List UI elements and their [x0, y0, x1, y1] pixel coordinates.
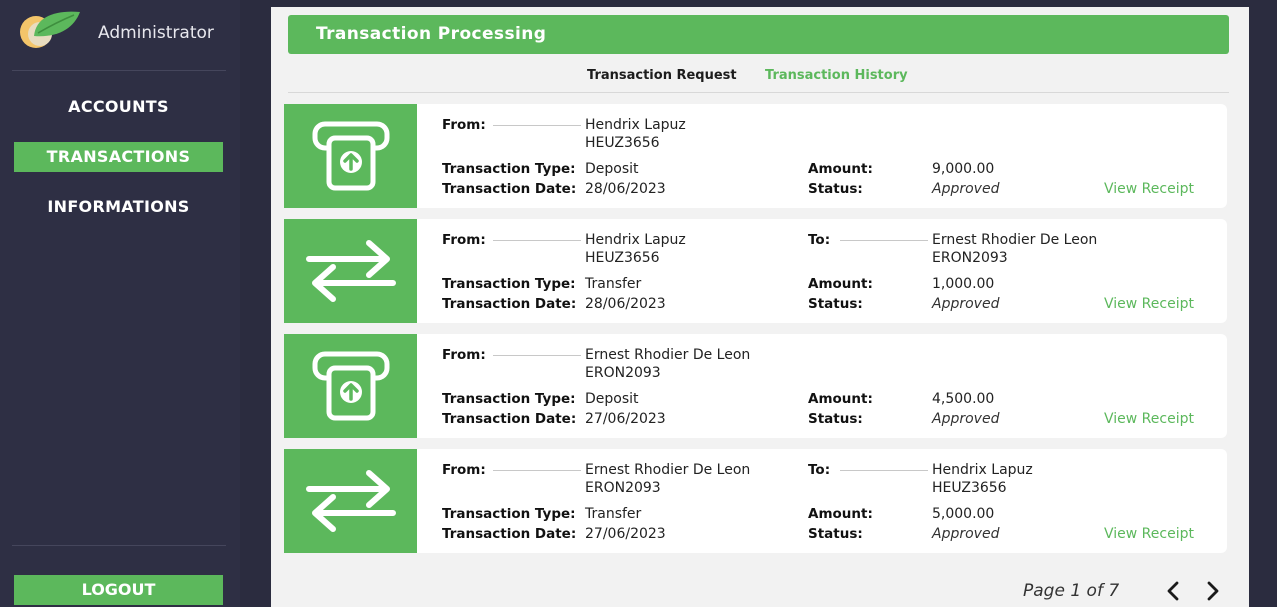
page-header: Transaction Processing [288, 15, 1229, 54]
nav-accounts[interactable]: ACCOUNTS [14, 92, 223, 122]
nav-informations[interactable]: INFORMATIONS [14, 192, 223, 222]
transaction-card: From: Ernest Rhodier De Leon ERON2093 To… [284, 449, 1227, 553]
to-label: To: [808, 462, 831, 478]
view-receipt-link[interactable]: View Receipt [1104, 411, 1194, 427]
to-label: To: [808, 232, 831, 248]
from-name: Hendrix Lapuz [585, 117, 686, 133]
from-name: Hendrix Lapuz [585, 232, 686, 248]
date-value: 27/06/2023 [585, 526, 666, 542]
from-id: ERON2093 [585, 365, 661, 381]
view-receipt-link[interactable]: View Receipt [1104, 181, 1194, 197]
tab-divider [288, 92, 1229, 93]
from-label: From: [442, 117, 486, 133]
from-id: HEUZ3656 [585, 135, 660, 151]
type-label: Transaction Type: [442, 506, 576, 522]
deposit-icon [284, 104, 417, 208]
date-label: Transaction Date: [442, 181, 577, 197]
to-id: ERON2093 [932, 250, 1008, 266]
transaction-card: From: Hendrix Lapuz HEUZ3656 Transaction… [284, 104, 1227, 208]
to-id: HEUZ3656 [932, 480, 1007, 496]
date-value: 28/06/2023 [585, 181, 666, 197]
from-id: ERON2093 [585, 480, 661, 496]
divider [840, 470, 928, 471]
brand-name: Administrator [98, 23, 214, 43]
amount-value: 9,000.00 [932, 161, 995, 177]
chevron-right-icon[interactable] [1201, 580, 1223, 602]
logout-button[interactable]: LOGOUT [14, 575, 223, 605]
transfer-icon [284, 449, 417, 553]
amount-label: Amount: [808, 161, 873, 177]
type-label: Transaction Type: [442, 161, 576, 177]
divider [493, 355, 581, 356]
date-label: Transaction Date: [442, 411, 577, 427]
from-label: From: [442, 232, 486, 248]
status-label: Status: [808, 181, 863, 197]
status-value: Approved [932, 181, 1000, 197]
from-name: Ernest Rhodier De Leon [585, 462, 751, 478]
divider [840, 240, 928, 241]
logo-icon [20, 11, 80, 48]
transaction-card: From: Ernest Rhodier De Leon ERON2093 Tr… [284, 334, 1227, 438]
status-value: Approved [932, 296, 1000, 312]
sidebar: Administrator ACCOUNTS TRANSACTIONS INFO… [0, 0, 240, 607]
amount-value: 5,000.00 [932, 506, 995, 522]
amount-value: 4,500.00 [932, 391, 995, 407]
sidebar-divider [12, 70, 226, 71]
page-title: Transaction Processing [316, 24, 547, 44]
amount-label: Amount: [808, 276, 873, 292]
divider [493, 240, 581, 241]
date-label: Transaction Date: [442, 526, 577, 542]
from-name: Ernest Rhodier De Leon [585, 347, 751, 363]
date-label: Transaction Date: [442, 296, 577, 312]
deposit-icon [284, 334, 417, 438]
amount-label: Amount: [808, 391, 873, 407]
type-value: Deposit [585, 391, 639, 407]
type-value: Transfer [585, 276, 642, 292]
status-label: Status: [808, 296, 863, 312]
to-name: Hendrix Lapuz [932, 462, 1033, 478]
view-receipt-link[interactable]: View Receipt [1104, 296, 1194, 312]
main-panel: Transaction Processing Transaction Reque… [271, 7, 1249, 607]
type-value: Deposit [585, 161, 639, 177]
status-label: Status: [808, 526, 863, 542]
transfer-icon [284, 219, 417, 323]
from-label: From: [442, 462, 486, 478]
divider [493, 470, 581, 471]
tab-transaction-history[interactable]: Transaction History [765, 68, 908, 83]
sidebar-divider [12, 545, 226, 546]
type-label: Transaction Type: [442, 391, 576, 407]
chevron-left-icon[interactable] [1163, 580, 1185, 602]
date-value: 28/06/2023 [585, 296, 666, 312]
nav-transactions[interactable]: TRANSACTIONS [14, 142, 223, 172]
brand: Administrator [12, 6, 232, 56]
view-receipt-link[interactable]: View Receipt [1104, 526, 1194, 542]
date-value: 27/06/2023 [585, 411, 666, 427]
status-value: Approved [932, 411, 1000, 427]
transaction-card: From: Hendrix Lapuz HEUZ3656 To: Ernest … [284, 219, 1227, 323]
type-value: Transfer [585, 506, 642, 522]
to-name: Ernest Rhodier De Leon [932, 232, 1098, 248]
from-id: HEUZ3656 [585, 250, 660, 266]
type-label: Transaction Type: [442, 276, 576, 292]
tab-transaction-request[interactable]: Transaction Request [587, 68, 737, 83]
status-value: Approved [932, 526, 1000, 542]
status-label: Status: [808, 411, 863, 427]
divider [493, 125, 581, 126]
page-indicator: Page 1 of 7 [1023, 581, 1120, 601]
from-label: From: [442, 347, 486, 363]
amount-label: Amount: [808, 506, 873, 522]
amount-value: 1,000.00 [932, 276, 995, 292]
